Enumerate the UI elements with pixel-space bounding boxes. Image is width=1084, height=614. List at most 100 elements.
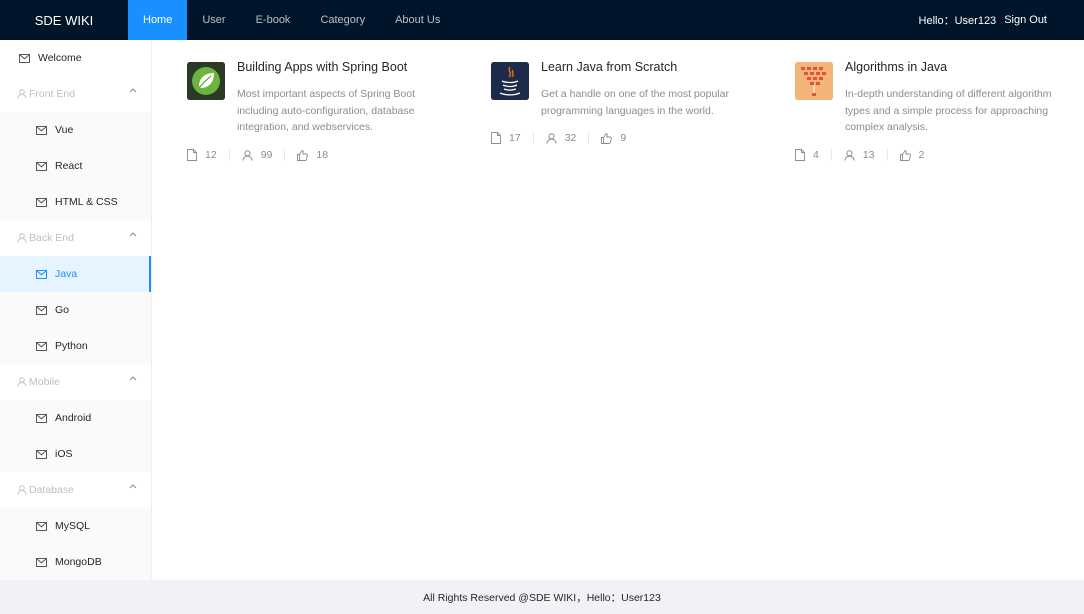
user-icon bbox=[844, 149, 855, 161]
sidebar-group-database[interactable]: Database bbox=[0, 472, 151, 508]
user-icon bbox=[17, 377, 27, 387]
like-count-stat[interactable]: 9 bbox=[601, 132, 626, 144]
doc-count-stat[interactable]: 17 bbox=[491, 132, 521, 144]
divider bbox=[228, 149, 230, 161]
sidebar-item-ios[interactable]: iOS bbox=[0, 436, 151, 472]
header-user-area: Hello：User123 Sign Out bbox=[919, 0, 1047, 40]
mail-icon bbox=[36, 341, 47, 351]
ebook-title-link[interactable]: Building Apps with Spring Boot bbox=[237, 60, 407, 74]
spring-boot-logo-icon[interactable] bbox=[187, 62, 225, 100]
nav-about-us[interactable]: About Us bbox=[380, 0, 455, 40]
ebook-description: Get a handle on one of the most popular … bbox=[541, 88, 729, 117]
sign-out-link[interactable]: Sign Out bbox=[1004, 14, 1047, 26]
mail-icon bbox=[36, 521, 47, 531]
divider bbox=[886, 149, 888, 161]
sidebar-group-front-end[interactable]: Front End bbox=[0, 76, 151, 112]
sidebar-item-label: Python bbox=[55, 340, 88, 352]
sidebar-item-label: iOS bbox=[55, 448, 73, 460]
java-logo-icon[interactable] bbox=[491, 62, 529, 100]
mail-icon bbox=[36, 161, 47, 171]
like-count: 2 bbox=[918, 149, 925, 161]
nav-user[interactable]: User bbox=[187, 0, 240, 40]
user-icon bbox=[17, 89, 27, 99]
view-count-stat[interactable]: 99 bbox=[242, 149, 273, 161]
ebook-stats: 12 99 18 bbox=[187, 149, 328, 161]
sidebar-item-label: Android bbox=[55, 412, 92, 424]
user-icon bbox=[17, 233, 27, 243]
ebook-title-link[interactable]: Algorithms in Java bbox=[845, 60, 947, 74]
algorithm-pyramid-logo-icon[interactable] bbox=[795, 62, 833, 100]
sidebar-item-react[interactable]: React bbox=[0, 148, 151, 184]
like-count: 9 bbox=[620, 132, 627, 144]
footer-text: All Rights Reserved @SDE WIKI，Hello：User… bbox=[423, 591, 661, 604]
sidebar-item-label: MySQL bbox=[55, 520, 91, 532]
divider bbox=[830, 149, 832, 161]
top-header: SDE WIKI Home User E-book Category About… bbox=[0, 0, 1084, 40]
doc-count: 17 bbox=[509, 132, 521, 144]
mail-icon bbox=[19, 53, 30, 63]
view-count: 32 bbox=[564, 132, 577, 144]
sidebar-item-vue[interactable]: Vue bbox=[0, 112, 151, 148]
sidebar-group-label: Back End bbox=[29, 232, 74, 244]
sidebar-item-label: React bbox=[55, 160, 83, 172]
ebook-list: Building Apps with Spring Boot Most impo… bbox=[152, 40, 1084, 580]
sidebar-item-mysql[interactable]: MySQL bbox=[0, 508, 151, 544]
sidebar-item-label: Welcome bbox=[38, 52, 82, 64]
like-count: 18 bbox=[316, 149, 329, 161]
file-icon bbox=[491, 132, 501, 144]
like-count-stat[interactable]: 18 bbox=[297, 149, 328, 161]
sidebar-item-welcome[interactable]: Welcome bbox=[0, 40, 151, 76]
sidebar-item-mongodb[interactable]: MongoDB bbox=[0, 544, 151, 580]
divider bbox=[532, 132, 534, 144]
mail-icon bbox=[36, 557, 47, 567]
ebook-stats: 4 13 2 bbox=[795, 149, 924, 161]
sidebar-item-label: HTML & CSS bbox=[55, 196, 118, 208]
user-greeting: Hello：User123 bbox=[918, 15, 997, 27]
nav-home[interactable]: Home bbox=[128, 0, 188, 40]
nav-ebook[interactable]: E-book bbox=[241, 0, 306, 40]
user-icon bbox=[546, 132, 557, 144]
sidebar-item-python[interactable]: Python bbox=[0, 328, 151, 364]
thumbs-up-icon bbox=[297, 149, 309, 161]
chevron-up-icon bbox=[129, 232, 137, 237]
nav-category[interactable]: Category bbox=[305, 0, 380, 40]
sidebar-item-android[interactable]: Android bbox=[0, 400, 151, 436]
like-count-stat[interactable]: 2 bbox=[899, 149, 925, 161]
mail-icon bbox=[36, 305, 47, 315]
sidebar-item-label: Vue bbox=[55, 124, 74, 136]
divider bbox=[284, 149, 286, 161]
site-logo[interactable]: SDE WIKI bbox=[0, 0, 128, 40]
chevron-up-icon bbox=[129, 484, 137, 489]
thumbs-up-icon bbox=[899, 149, 911, 161]
sidebar-item-html-css[interactable]: HTML & CSS bbox=[0, 184, 151, 220]
divider bbox=[588, 132, 590, 144]
sidebar-group-back-end[interactable]: Back End bbox=[0, 220, 151, 256]
user-icon bbox=[17, 485, 27, 495]
doc-count-stat[interactable]: 12 bbox=[187, 149, 217, 161]
chevron-up-icon bbox=[129, 88, 137, 93]
mail-icon bbox=[36, 413, 47, 423]
thumbs-up-icon bbox=[601, 132, 613, 144]
file-icon bbox=[187, 149, 197, 161]
mail-icon bbox=[36, 197, 47, 207]
view-count: 13 bbox=[862, 149, 875, 161]
sidebar-item-java[interactable]: Java bbox=[0, 256, 151, 292]
user-icon bbox=[242, 149, 253, 161]
sidebar-group-mobile[interactable]: Mobile bbox=[0, 364, 151, 400]
doc-count-stat[interactable]: 4 bbox=[795, 149, 819, 161]
view-count-stat[interactable]: 13 bbox=[844, 149, 875, 161]
mail-icon bbox=[36, 449, 47, 459]
sidebar-item-label: MongoDB bbox=[55, 556, 102, 568]
sidebar-group-label: Front End bbox=[29, 88, 76, 100]
ebook-title-link[interactable]: Learn Java from Scratch bbox=[541, 60, 677, 74]
mail-icon bbox=[36, 125, 47, 135]
ebook-stats: 17 32 9 bbox=[491, 132, 626, 144]
view-count-stat[interactable]: 32 bbox=[546, 132, 577, 144]
file-icon bbox=[795, 149, 805, 161]
doc-count: 4 bbox=[813, 149, 819, 161]
ebook-description: In-depth understanding of different algo… bbox=[845, 88, 1052, 134]
ebook-description: Most important aspects of Spring Boot in… bbox=[237, 88, 416, 134]
page-footer: All Rights Reserved @SDE WIKI，Hello：User… bbox=[0, 580, 1084, 614]
view-count: 99 bbox=[260, 149, 273, 161]
sidebar-item-go[interactable]: Go bbox=[0, 292, 151, 328]
